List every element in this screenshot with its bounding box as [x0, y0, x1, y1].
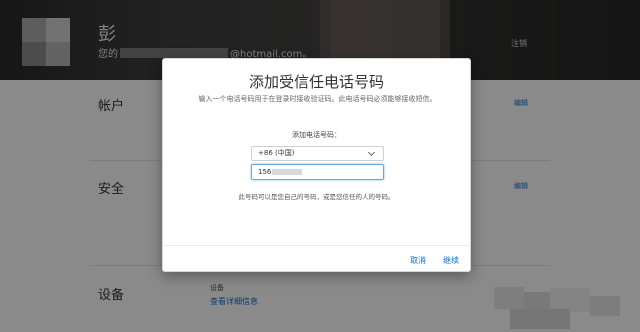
- cancel-button[interactable]: 取消: [410, 255, 426, 266]
- add-trusted-phone-dialog: 添加受信任电话号码 输入一个电话号码用于在登录时接收验证码。此电话号码必须能够接…: [162, 58, 471, 272]
- phone-number-input[interactable]: 156: [251, 164, 384, 180]
- phone-hint-text: 此号码可以是您自己的号码，或是您信任的人的号码。: [238, 193, 395, 201]
- country-code-value: +86 (中国): [258, 149, 295, 157]
- phone-number-redaction: [272, 169, 303, 175]
- continue-button[interactable]: 继续: [443, 255, 459, 266]
- dialog-description: 输入一个电话号码用于在登录时接收验证码。此电话号码必须能够接收短信。: [198, 95, 437, 103]
- chevron-down-icon: [367, 148, 376, 157]
- dialog-footer-divider: [163, 245, 470, 246]
- country-code-select[interactable]: +86 (中国): [251, 146, 384, 161]
- phone-number-value: 156: [258, 168, 272, 176]
- phone-field-label: 添加电话号码：: [292, 131, 341, 139]
- dialog-title: 添加受信任电话号码: [248, 73, 384, 91]
